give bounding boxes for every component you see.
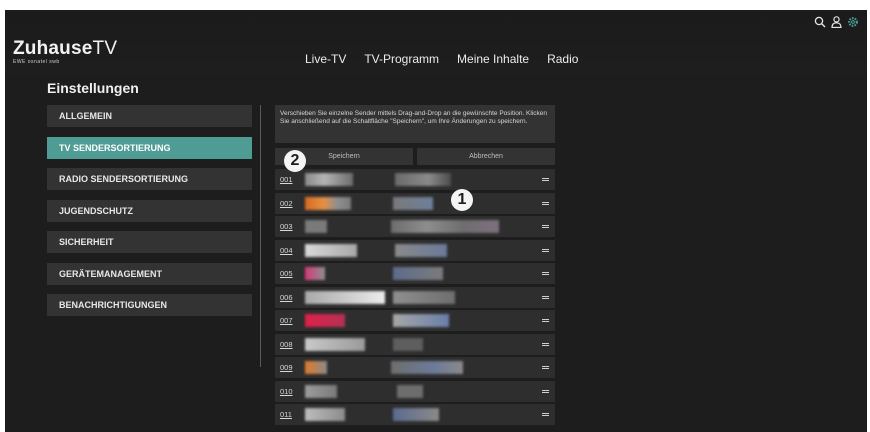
instructions-text: Verschieben Sie einzelne Sender mittels …	[275, 105, 555, 143]
nav-item-meine-inhalte[interactable]: Meine Inhalte	[457, 52, 529, 66]
channel-logo	[305, 384, 337, 398]
channel-list: 001 002 003 004 005 006 007 008 009 010 …	[275, 169, 555, 425]
search-icon[interactable]	[814, 16, 826, 28]
nav-item-live-tv[interactable]: Live-TV	[305, 52, 346, 66]
channel-number: 008	[280, 339, 293, 349]
menu-item-geraetemanagement[interactable]: GERÄTEMANAGEMENT	[47, 262, 252, 285]
drag-handle-icon[interactable]	[542, 225, 549, 228]
menu-item-sicherheit[interactable]: SICHERHEIT	[47, 231, 252, 253]
drag-handle-icon[interactable]	[542, 295, 549, 299]
drag-handle-icon[interactable]	[542, 342, 549, 346]
channel-name	[393, 290, 455, 304]
channel-logo	[305, 220, 327, 233]
brand-suffix: TV	[92, 38, 118, 59]
channel-number: 005	[280, 269, 293, 278]
channel-logo	[305, 408, 345, 421]
channel-logo	[305, 290, 385, 304]
channel-name	[393, 267, 443, 280]
divider	[260, 105, 261, 367]
page-title: Einstellungen	[47, 80, 139, 96]
channel-row[interactable]: 009	[275, 357, 555, 378]
channel-row[interactable]: 010	[275, 380, 555, 402]
channel-name	[391, 220, 499, 233]
nav-item-tv-programm[interactable]: TV-Programm	[364, 52, 439, 66]
main-nav: Live-TV TV-Programm Meine Inhalte Radio	[305, 52, 578, 66]
channel-sort-panel: Verschieben Sie einzelne Sender mittels …	[275, 105, 555, 428]
nav-item-radio[interactable]: Radio	[547, 52, 578, 66]
callout-badge-two: 2	[284, 150, 306, 172]
drag-handle-icon[interactable]	[542, 272, 549, 275]
channel-name	[393, 196, 433, 210]
brand-name: Zuhause	[13, 38, 93, 59]
channel-logo	[305, 267, 325, 280]
channel-logo	[305, 243, 357, 257]
channel-number: 004	[280, 245, 293, 255]
channel-name	[393, 408, 439, 421]
channel-logo	[305, 173, 353, 186]
drag-handle-icon[interactable]	[542, 178, 549, 181]
channel-row[interactable]: 004	[275, 239, 555, 261]
channel-name	[393, 314, 449, 327]
frame: ZuhauseTV EWE osnatel swb Live-TV TV-Pro…	[0, 0, 870, 432]
channel-row[interactable]: 002	[275, 192, 555, 214]
channel-row[interactable]: 011	[275, 404, 555, 425]
logo[interactable]: ZuhauseTV EWE osnatel swb	[13, 38, 117, 65]
top-bar: ZuhauseTV EWE osnatel swb Live-TV TV-Pro…	[5, 10, 867, 74]
channel-number: 002	[280, 198, 293, 208]
callout-badge-one: 1	[451, 189, 473, 211]
drag-handle-icon[interactable]	[542, 248, 549, 252]
drag-handle-icon[interactable]	[542, 201, 549, 205]
menu-item-allgemein[interactable]: ALLGEMEIN	[47, 105, 252, 127]
user-icon[interactable]	[831, 16, 842, 28]
channel-number: 001	[280, 175, 293, 184]
settings-icon[interactable]	[847, 16, 859, 28]
menu-item-tv-sendersortierung[interactable]: TV SENDERSORTIERUNG	[47, 136, 252, 159]
channel-logo	[305, 337, 365, 351]
menu-item-radio-sendersortierung[interactable]: RADIO SENDERSORTIERUNG	[47, 168, 252, 190]
menu-item-jugendschutz[interactable]: JUGENDSCHUTZ	[47, 199, 252, 222]
channel-number: 009	[280, 363, 293, 372]
channel-row[interactable]: 001	[275, 169, 555, 190]
channel-row[interactable]: 007	[275, 310, 555, 331]
channel-number: 010	[280, 386, 293, 396]
settings-menu: ALLGEMEIN TV SENDERSORTIERUNG RADIO SEND…	[47, 105, 252, 326]
channel-row[interactable]: 003	[275, 216, 555, 237]
drag-handle-icon[interactable]	[542, 366, 549, 369]
app-screen: ZuhauseTV EWE osnatel swb Live-TV TV-Pro…	[5, 10, 867, 432]
channel-logo	[305, 314, 345, 327]
action-buttons: Speichern Abbrechen	[275, 148, 555, 165]
cancel-button[interactable]: Abbrechen	[417, 148, 555, 165]
drag-handle-icon[interactable]	[542, 413, 549, 416]
channel-name	[393, 337, 423, 351]
channel-name	[391, 361, 463, 374]
channel-logo	[305, 196, 351, 210]
drag-handle-icon[interactable]	[542, 389, 549, 393]
channel-logo	[305, 361, 327, 374]
channel-number: 007	[280, 316, 293, 325]
channel-number: 006	[280, 292, 293, 302]
channel-row[interactable]: 008	[275, 333, 555, 355]
channel-name	[397, 384, 423, 398]
channel-name	[395, 173, 451, 186]
header-icons	[814, 16, 859, 28]
channel-number: 011	[280, 410, 292, 419]
channel-row[interactable]: 006	[275, 286, 555, 308]
channel-number: 003	[280, 222, 293, 231]
drag-handle-icon[interactable]	[542, 319, 549, 322]
channel-name	[395, 243, 447, 257]
menu-item-benachrichtigungen[interactable]: BENACHRICHTIGUNGEN	[47, 294, 252, 316]
channel-row[interactable]: 005	[275, 263, 555, 284]
